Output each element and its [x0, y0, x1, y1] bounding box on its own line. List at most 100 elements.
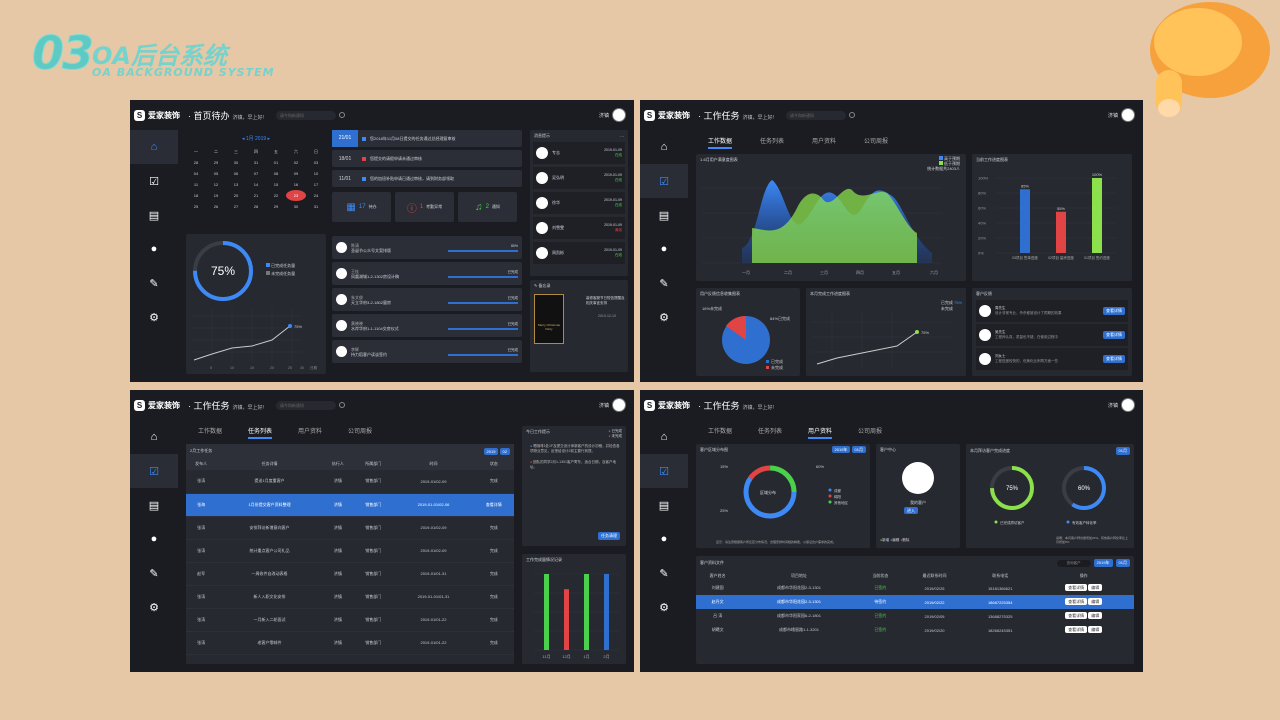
task-icon[interactable]: ☑: [640, 454, 688, 488]
edit-button[interactable]: 编辑: [1088, 612, 1103, 619]
search-input[interactable]: 请今和新通知: [275, 400, 336, 410]
settings-icon[interactable]: ⚙: [130, 300, 178, 334]
calendar-day[interactable]: 13: [226, 179, 246, 190]
tab-work-data[interactable]: 工作数据: [708, 426, 732, 439]
calendar-day[interactable]: 09: [286, 168, 306, 179]
calendar-day[interactable]: 03: [306, 157, 326, 168]
month-select[interactable]: 02: [499, 447, 510, 455]
edit-button[interactable]: 编辑: [1088, 626, 1103, 633]
task-item[interactable]: 黄晓晓 水岸华府1-1-1104交房仪式 已完成: [332, 314, 522, 337]
task-item[interactable]: 陈清 圣诞节公众号文案排版 80%: [332, 236, 522, 259]
settings-icon[interactable]: ⚙: [640, 300, 688, 334]
message-item[interactable]: 徐华 2019-01-09 在线: [533, 192, 625, 214]
search-input[interactable]: 请今和新通知: [785, 110, 846, 120]
task-icon[interactable]: ☑: [130, 164, 178, 198]
contact-card-icon[interactable]: ▤: [130, 198, 178, 232]
table-row[interactable]: 赵丹文 成都市华阳花园2-3-1301 待签约 2019/02/22 186872253…: [696, 595, 1134, 609]
view-detail-button[interactable]: 查看详情: [1065, 612, 1088, 619]
calendar-day[interactable]: 31: [306, 201, 326, 212]
notice-item[interactable]: 18/01 您提交的请假申请未通过审核: [332, 150, 522, 167]
calendar-day[interactable]: 11: [186, 179, 206, 190]
todo-stat[interactable]: ▦ 17 待办: [332, 192, 391, 222]
year-select[interactable]: 2019年: [831, 446, 851, 453]
calendar-day[interactable]: 23: [286, 190, 306, 201]
avatar[interactable]: [612, 398, 626, 412]
contact-card-icon[interactable]: ▤: [640, 198, 688, 232]
tab-work-data[interactable]: 工作数据: [708, 136, 733, 149]
attendance-stat[interactable]: ⓘ 1 考勤异常: [395, 192, 454, 222]
table-row[interactable]: 张涛 一月新入二轮面试 济镇 销售部门 2019-01/01-22 完成: [186, 608, 514, 631]
calendar-month[interactable]: ◂ 1月 2019 ▸: [186, 135, 326, 142]
calendar-day[interactable]: 18: [186, 190, 206, 201]
calendar-day[interactable]: 01: [266, 157, 286, 168]
calendar-day[interactable]: 25: [186, 201, 206, 212]
edit-button[interactable]: 编辑: [1088, 584, 1103, 591]
settings-icon[interactable]: ⚙: [640, 590, 688, 624]
table-row[interactable]: 张涛 老客户零邮件 济镇 销售部门 2019-01/01-22 完成: [186, 631, 514, 654]
tab-weekly-report[interactable]: 公司周报: [864, 136, 888, 149]
year-select[interactable]: 2019: [483, 447, 499, 455]
table-row[interactable]: 张涛 新人入职文化安排 济镇 销售部门 2019-01-01/01-31 完成: [186, 585, 514, 608]
report-icon[interactable]: ✎: [130, 266, 178, 300]
chat-icon[interactable]: ●: [640, 522, 688, 556]
view-detail-button[interactable]: 查看详情: [1103, 331, 1125, 339]
task-item[interactable]: 王桂 凤凰湖城1-2-1302房设计稿 已完成: [332, 262, 522, 285]
calendar-day[interactable]: 24: [306, 190, 326, 201]
calendar-day[interactable]: 02: [286, 157, 306, 168]
calendar-day[interactable]: 07: [246, 168, 266, 179]
home-icon[interactable]: ⌂: [640, 130, 688, 164]
search-icon[interactable]: [848, 112, 855, 118]
calendar-day[interactable]: 21: [246, 190, 266, 201]
calendar-day[interactable]: 05: [206, 168, 226, 179]
calendar-day[interactable]: 10: [306, 168, 326, 179]
notice-item[interactable]: 11/01 您的加班补贴申请已通过审核，请到财务部领取: [332, 170, 522, 187]
table-row[interactable]: 张涛 安排拜访新增意向客户 济镇 销售部门 2019-01/02-09 完成: [186, 516, 514, 539]
table-row[interactable]: 张海 1月份提交客户资料整理 济镇 销售部门 2019-01-01/02-06 查看详情: [186, 493, 514, 516]
table-row[interactable]: 刘建国 成都市华阳花园2-3-1301 已签约 2019/02/25 151813666…: [696, 581, 1134, 595]
calendar-day[interactable]: 30: [286, 201, 306, 212]
tab-weekly-report[interactable]: 公司周报: [858, 426, 882, 439]
settings-icon[interactable]: ⚙: [130, 590, 178, 624]
search-icon[interactable]: [338, 112, 345, 118]
chat-icon[interactable]: ●: [130, 232, 178, 266]
table-row[interactable]: 张涛 统计重点客户公司礼品 济镇 销售部门 2019-01/02-09 完成: [186, 539, 514, 562]
chevron-right-icon[interactable]: ▸: [268, 136, 271, 142]
calendar-day[interactable]: 19: [206, 190, 226, 201]
enter-button[interactable]: 进入: [904, 507, 918, 514]
calendar-day[interactable]: 27: [226, 201, 246, 212]
view-detail-button[interactable]: 查看详情: [1103, 307, 1125, 315]
edit-button[interactable]: 编辑: [1088, 598, 1103, 605]
calendar-day[interactable]: 31: [246, 157, 266, 168]
year-select[interactable]: 2019年: [1093, 559, 1113, 567]
table-row[interactable]: 吕 涛成都市华阳家园6-2-1801 已签约 2019/02/05 136882753…: [696, 609, 1134, 623]
view-detail-button[interactable]: 查看详情: [1065, 584, 1088, 591]
view-detail-button[interactable]: 查看详情: [1065, 598, 1088, 605]
message-item[interactable]: 吴弘明 2019-01-09 在线: [533, 167, 625, 189]
message-item[interactable]: 周凯彬 2019-01-09 在线: [533, 242, 625, 264]
tab-user-info[interactable]: 用户资料: [812, 136, 836, 149]
calendar-day[interactable]: 26: [206, 201, 226, 212]
chevron-left-icon[interactable]: ◂: [242, 136, 245, 142]
report-icon[interactable]: ✎: [640, 266, 688, 300]
tab-task-list[interactable]: 任务列表: [760, 136, 784, 149]
calendar-day[interactable]: 15: [266, 179, 286, 190]
table-row[interactable]: 赵军 一周收件自改动表格 济镇 销售部门 2019-01/01-31 完成: [186, 562, 514, 585]
table-row[interactable]: 胡曦文 成都市峨眉路1-1-3201 已签约 2019/02/20 1826624535…: [696, 623, 1134, 637]
contact-card-icon[interactable]: ▤: [640, 488, 688, 522]
avatar[interactable]: [612, 108, 626, 122]
tab-task-list[interactable]: 任务列表: [758, 426, 782, 439]
calendar-day[interactable]: 06: [226, 168, 246, 179]
task-item[interactable]: 朱文俊 天立华府3-2-1802量房 已完成: [332, 288, 522, 311]
more-icon[interactable]: ···: [620, 134, 624, 139]
home-icon[interactable]: ⌂: [640, 420, 688, 454]
calendar-day[interactable]: 29: [266, 201, 286, 212]
calendar-day[interactable]: 29: [206, 157, 226, 168]
report-icon[interactable]: ✎: [130, 556, 178, 590]
month-select[interactable]: 01月: [1115, 447, 1130, 455]
tab-weekly-report[interactable]: 公司周报: [348, 426, 372, 439]
calendar-day[interactable]: 04: [186, 168, 206, 179]
contact-card-icon[interactable]: ▤: [130, 488, 178, 522]
search-icon[interactable]: [338, 402, 345, 408]
view-detail-button[interactable]: 查看详情: [1103, 355, 1125, 363]
search-input[interactable]: 请今和新通知: [275, 110, 336, 120]
